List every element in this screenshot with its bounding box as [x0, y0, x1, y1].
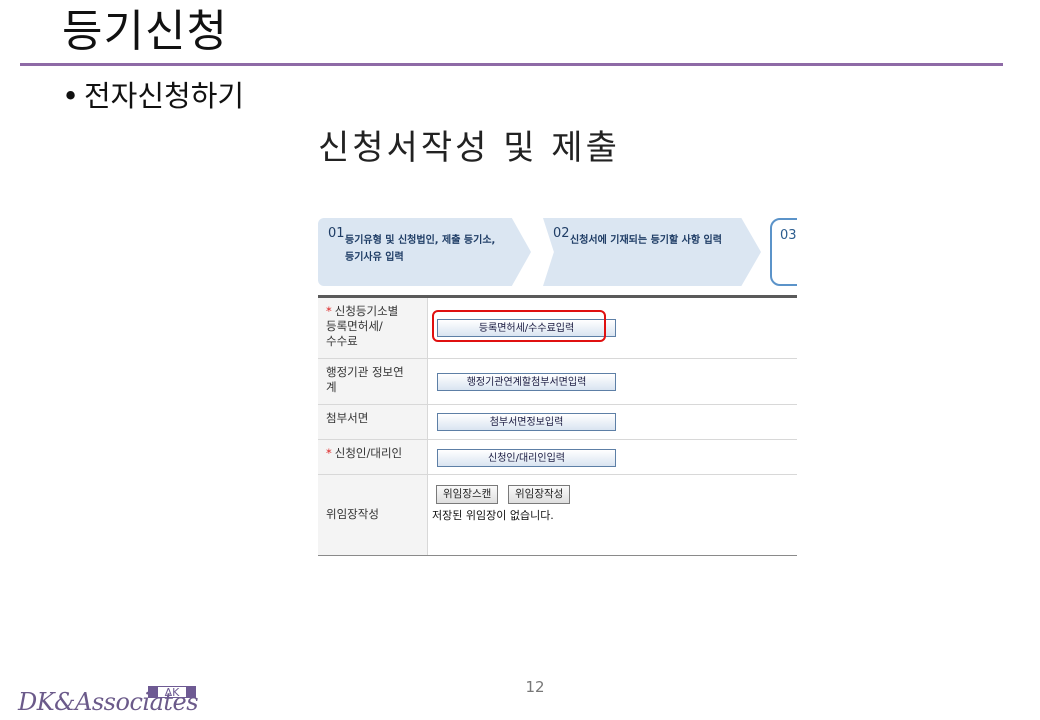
label-line: 계 [326, 380, 337, 394]
proxy-write-button[interactable]: 위임장작성 [508, 485, 571, 504]
label-line: 신청인/대리인 [334, 446, 403, 460]
logo-square [148, 686, 158, 698]
attachment-info-button[interactable]: 첨부서면정보입력 [437, 413, 616, 431]
bullet-item: • 전자신청하기 [62, 78, 244, 114]
step-1-label: 등기유형 및 신청법인, 제출 등기소, 등기사유 입력 [345, 232, 495, 266]
label-line: 첨부서면 [326, 411, 369, 425]
step-3-number: 03 [780, 228, 797, 243]
page-number: 12 [525, 678, 545, 696]
step-2-label: 신청서에 기재되는 등기할 사항 입력 [570, 232, 722, 249]
form-row-applicant: * 신청인/대리인 신청인/대리인입력 [318, 440, 797, 475]
bullet-text: 전자신청하기 [84, 79, 245, 113]
label-line: 등록면허세/ [326, 319, 383, 333]
form-field-attachment: 첨부서면정보입력 [428, 405, 797, 439]
logo-square [186, 686, 196, 698]
section-subtitle: 신청서작성 및 제출 [318, 128, 620, 168]
step-2-number: 02 [553, 226, 570, 241]
logo-mark-icon: ΔK [148, 686, 196, 699]
form-label-agency: 행정기관 정보연 계 [318, 359, 428, 404]
form-field-applicant: 신청인/대리인입력 [428, 440, 797, 474]
logo-mark-text: ΔK [158, 686, 186, 699]
screenshot-panel: 01 등기유형 및 신청법인, 제출 등기소, 등기사유 입력 02 신청서에 … [318, 212, 797, 556]
form-row-proxy: 위임장작성 위임장스캔 위임장작성 저장된 위임장이 없습니다. [318, 475, 797, 556]
company-logo: DK&Associates ΔK [18, 684, 208, 720]
step-1-number: 01 [328, 226, 345, 241]
form-row-attachment: 첨부서면 첨부서면정보입력 [318, 405, 797, 440]
label-line: 신청등기소별 [334, 304, 399, 318]
form-label-attachment: 첨부서면 [318, 405, 428, 439]
agency-attachment-button[interactable]: 행정기관연계할첨부서면입력 [437, 373, 616, 391]
form-field-proxy: 위임장스캔 위임장작성 저장된 위임장이 없습니다. [428, 475, 797, 555]
form-label-fee: * 신청등기소별 등록면허세/ 수수료 [318, 298, 428, 358]
step-1-label-line2: 등기사유 입력 [345, 252, 404, 263]
form-label-applicant: * 신청인/대리인 [318, 440, 428, 474]
step-1-label-line1: 등기유형 및 신청법인, 제출 등기소, [345, 235, 496, 246]
step-2[interactable]: 02 신청서에 기재되는 등기할 사항 입력 [543, 218, 761, 286]
step-2-label-line1: 신청서에 기재되는 등기할 사항 입력 [570, 235, 722, 246]
required-mark: * [326, 446, 332, 460]
step-1[interactable]: 01 등기유형 및 신청법인, 제출 등기소, 등기사유 입력 [318, 218, 531, 286]
proxy-status-text: 저장된 위임장이 없습니다. [432, 509, 554, 522]
title-divider [20, 63, 1003, 66]
label-line: 행정기관 정보연 [326, 365, 404, 379]
bullet-dot-icon: • [62, 79, 80, 113]
form-label-proxy: 위임장작성 [318, 475, 428, 555]
required-mark: * [326, 304, 332, 318]
form-field-agency: 행정기관연계할첨부서면입력 [428, 359, 797, 404]
applicant-input-button[interactable]: 신청인/대리인입력 [437, 449, 616, 467]
label-line: 위임장작성 [326, 507, 379, 521]
proxy-scan-button[interactable]: 위임장스캔 [436, 485, 499, 504]
slide-title: 등기신청 [62, 6, 228, 57]
step-3-current[interactable]: 03 [770, 218, 797, 286]
label-line: 수수료 [326, 334, 358, 348]
step-indicator: 01 등기유형 및 신청법인, 제출 등기소, 등기사유 입력 02 신청서에 … [318, 218, 797, 286]
form-row-agency: 행정기관 정보연 계 행정기관연계할첨부서면입력 [318, 359, 797, 405]
highlight-box [432, 310, 606, 342]
